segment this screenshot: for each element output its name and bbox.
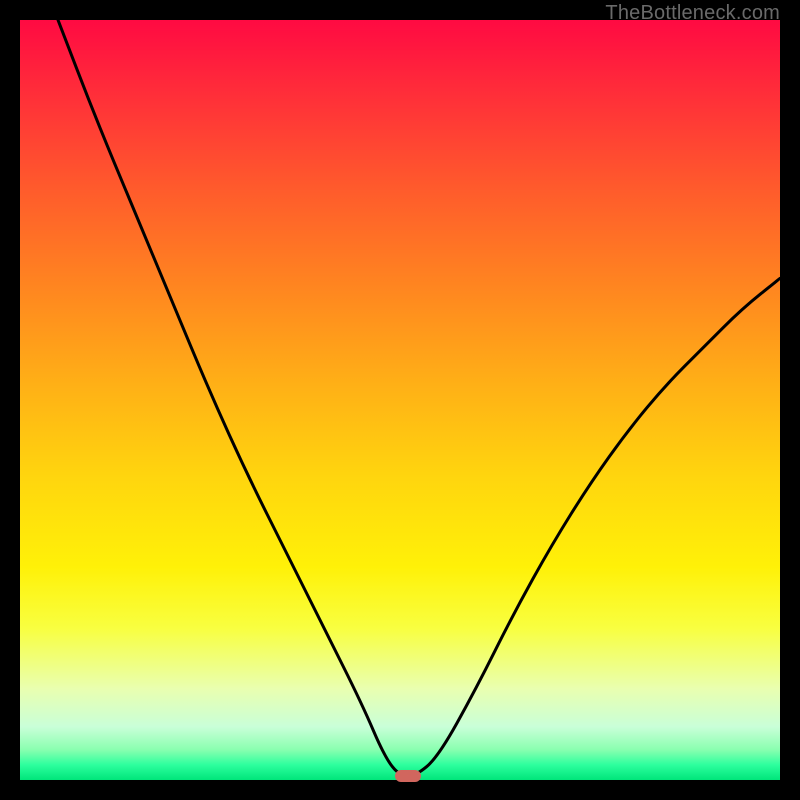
- chart-frame: TheBottleneck.com: [0, 0, 800, 800]
- curve-path: [58, 20, 780, 776]
- plot-area: [20, 20, 780, 780]
- bottleneck-curve: [20, 20, 780, 780]
- optimal-marker: [395, 770, 421, 782]
